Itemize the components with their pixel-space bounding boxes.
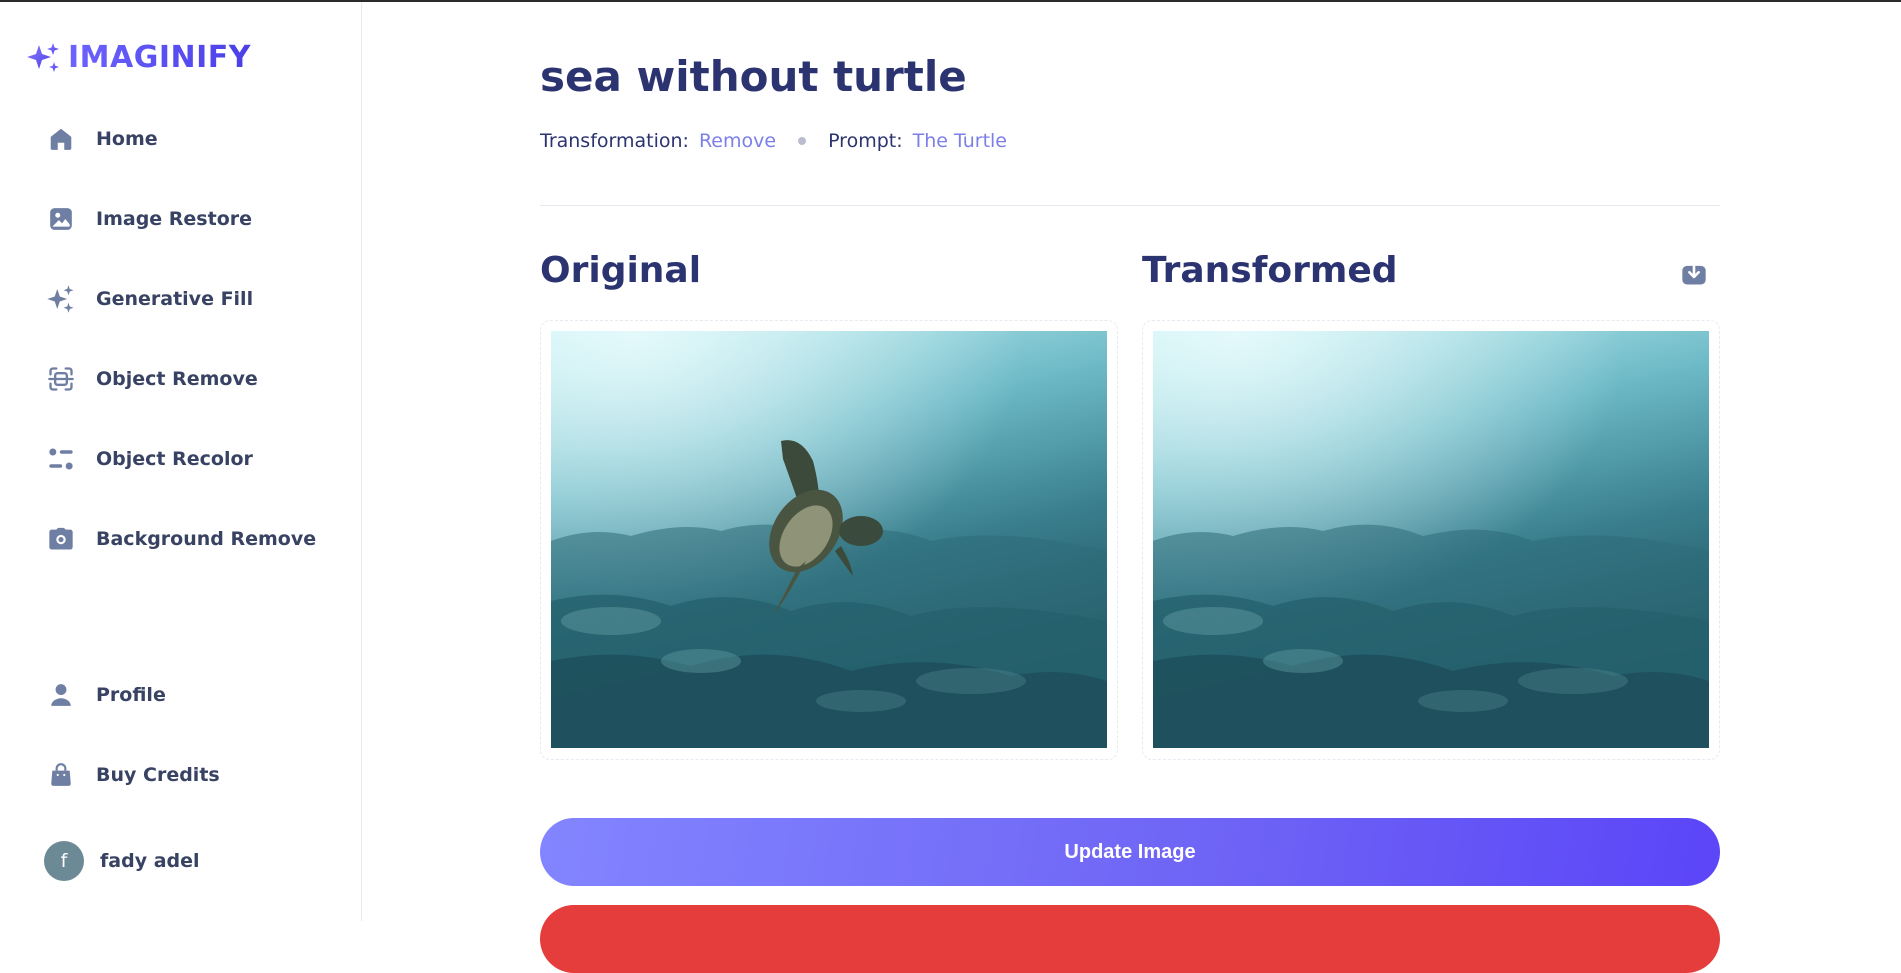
- original-image: [551, 331, 1107, 748]
- user-menu[interactable]: f fady adel: [40, 837, 330, 885]
- download-icon: [1682, 262, 1706, 285]
- transformation-key: Transformation:: [540, 130, 689, 152]
- camera-icon: [44, 522, 78, 556]
- image-icon: [44, 202, 78, 236]
- sidebar-item-label: Profile: [96, 684, 166, 706]
- prompt-value: The Turtle: [912, 130, 1007, 152]
- user-icon: [44, 678, 78, 712]
- prompt-key: Prompt:: [828, 130, 903, 152]
- sidebar-item-buy-credits[interactable]: Buy Credits: [40, 751, 330, 799]
- app-name: IMAGINIFY: [68, 40, 252, 75]
- sidebar: IMAGINIFY Home Image Restore Generative …: [0, 2, 362, 921]
- avatar[interactable]: f: [44, 841, 84, 881]
- sidebar-item-generative-fill[interactable]: Generative Fill: [40, 275, 330, 323]
- sidebar-item-image-restore[interactable]: Image Restore: [40, 195, 330, 243]
- transformation-value: Remove: [698, 130, 777, 152]
- transformed-heading: Transformed: [1142, 250, 1398, 291]
- sidebar-item-label: Buy Credits: [96, 764, 220, 786]
- sidebar-item-label: Image Restore: [96, 208, 253, 230]
- transformed-image: [1153, 331, 1709, 748]
- divider: [540, 205, 1720, 206]
- user-name: fady adel: [100, 850, 200, 872]
- update-image-button[interactable]: Update Image: [540, 818, 1720, 886]
- separator-dot: [798, 137, 807, 145]
- transformation-meta: Transformation: Remove Prompt: The Turtl…: [540, 130, 1007, 152]
- sidebar-item-background-remove[interactable]: Background Remove: [40, 515, 330, 563]
- page-title: sea without turtle: [540, 52, 967, 101]
- scan-icon: [44, 362, 78, 396]
- original-image-frame: [540, 320, 1118, 760]
- sidebar-item-label: Object Remove: [96, 368, 258, 390]
- sparkles-icon: [44, 282, 78, 316]
- sidebar-item-label: Background Remove: [96, 528, 317, 550]
- filter-icon: [44, 442, 78, 476]
- download-button[interactable]: [1680, 260, 1708, 288]
- sidebar-item-label: Home: [96, 128, 158, 150]
- logo[interactable]: IMAGINIFY: [24, 40, 251, 75]
- delete-image-button[interactable]: [540, 905, 1720, 973]
- sidebar-item-home[interactable]: Home: [40, 115, 330, 163]
- sidebar-item-object-recolor[interactable]: Object Recolor: [40, 435, 330, 483]
- transformed-image-frame: [1142, 320, 1720, 760]
- home-icon: [44, 122, 78, 156]
- sidebar-item-profile[interactable]: Profile: [40, 671, 330, 719]
- bag-icon: [44, 758, 78, 792]
- sparkles-logo-icon: [27, 42, 59, 72]
- original-heading: Original: [540, 250, 702, 291]
- sidebar-item-label: Object Recolor: [96, 448, 253, 470]
- sidebar-item-object-remove[interactable]: Object Remove: [40, 355, 330, 403]
- sidebar-item-label: Generative Fill: [96, 288, 254, 310]
